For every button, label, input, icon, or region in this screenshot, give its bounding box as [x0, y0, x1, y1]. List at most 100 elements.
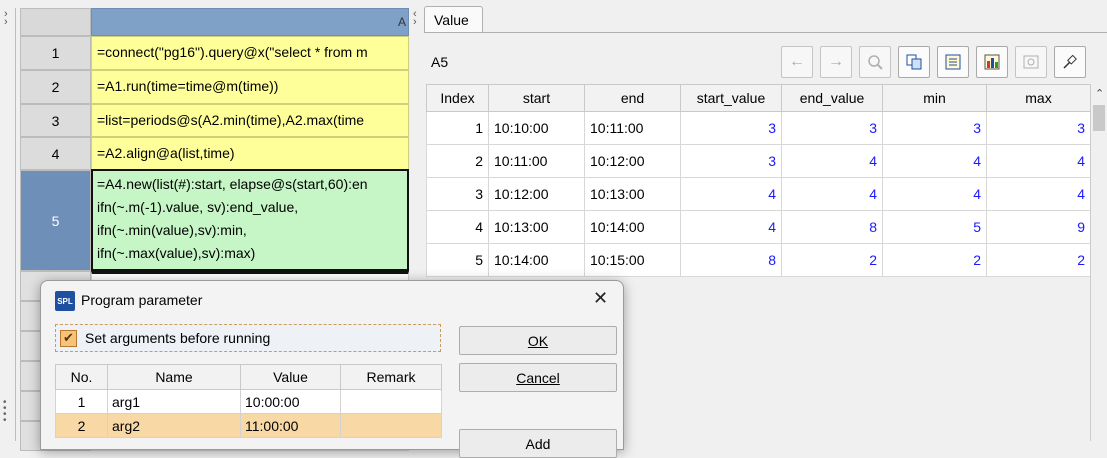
checkbox-checked-icon[interactable]: ✔: [60, 329, 77, 347]
table-row[interactable]: 3 10:12:00 10:13:00 4 4 4 4: [426, 177, 1091, 211]
table-cell[interactable]: 10:11:00: [584, 111, 681, 145]
table-cell[interactable]: 10:12:00: [584, 144, 681, 178]
column-header[interactable]: Name: [107, 364, 241, 390]
table-cell[interactable]: 10:14:00: [584, 210, 681, 244]
cell-a3[interactable]: =list=periods@s(A2.min(time),A2.max(time: [91, 104, 409, 137]
arg-name[interactable]: arg1: [107, 389, 241, 414]
table-cell[interactable]: 4: [882, 144, 987, 178]
row-header-2[interactable]: 2: [20, 70, 91, 104]
table-cell[interactable]: 10:11:00: [488, 144, 585, 178]
column-header[interactable]: Value: [240, 364, 341, 390]
add-button-label: Add: [525, 435, 551, 452]
cell-a1[interactable]: =connect("pg16").query@x("select * from …: [91, 36, 409, 70]
copy-icon[interactable]: [898, 46, 930, 78]
table-cell[interactable]: 4: [680, 177, 782, 211]
table-row[interactable]: 4 10:13:00 10:14:00 4 8 5 9: [426, 210, 1091, 244]
column-header[interactable]: min: [882, 84, 987, 112]
cell-reference: A5: [431, 54, 449, 70]
cell-a5[interactable]: =A4.new(list(#):start, elapse@s(start,60…: [91, 169, 409, 271]
table-cell[interactable]: 3: [882, 111, 987, 145]
table-cell[interactable]: 10:13:00: [584, 177, 681, 211]
tab-divider: [424, 32, 1107, 33]
add-button[interactable]: Add: [459, 429, 617, 458]
tab-label: Value: [434, 12, 469, 28]
table-cell[interactable]: 8: [680, 243, 782, 277]
table-cell[interactable]: 4: [781, 177, 883, 211]
forward-arrow-icon[interactable]: →: [820, 46, 852, 78]
table-cell[interactable]: 10:15:00: [584, 243, 681, 277]
table-cell[interactable]: 1: [426, 111, 489, 145]
table-cell[interactable]: 3: [680, 144, 782, 178]
table-cell[interactable]: 4: [882, 177, 987, 211]
column-header[interactable]: Index: [426, 84, 489, 112]
table-cell[interactable]: 3: [986, 111, 1091, 145]
table-cell[interactable]: 2: [426, 144, 489, 178]
grid-corner[interactable]: [20, 8, 91, 36]
scrollbar-thumb[interactable]: [1093, 105, 1105, 131]
column-header-a[interactable]: A: [91, 8, 409, 36]
table-row[interactable]: 1 10:10:00 10:11:00 3 3 3 3: [426, 111, 1091, 145]
zoom-icon[interactable]: [859, 46, 891, 78]
cell-code-line: ifn(~.min(value),sv):min,: [97, 222, 247, 238]
left-gutter: › › • • • •: [0, 0, 15, 441]
table-cell[interactable]: 5: [426, 243, 489, 277]
table-cell[interactable]: 4: [680, 210, 782, 244]
scroll-up-icon[interactable]: ⌃: [1095, 87, 1104, 100]
column-header[interactable]: start_value: [680, 84, 782, 112]
row-header-4[interactable]: 4: [20, 137, 91, 170]
close-icon[interactable]: ✕: [593, 288, 608, 309]
column-header[interactable]: start: [488, 84, 585, 112]
split-arrow-icon[interactable]: ‹ ›: [413, 9, 423, 28]
table-view-icon[interactable]: [937, 46, 969, 78]
table-cell[interactable]: 10:12:00: [488, 177, 585, 211]
vertical-scrollbar[interactable]: ⌃: [1090, 84, 1107, 441]
table-cell[interactable]: 4: [986, 144, 1091, 178]
column-header[interactable]: end: [584, 84, 681, 112]
drag-handle-icon[interactable]: • • • •: [3, 398, 7, 426]
back-arrow-icon[interactable]: ←: [781, 46, 813, 78]
table-row[interactable]: 5 10:14:00 10:15:00 8 2 2 2: [426, 243, 1091, 277]
table-cell[interactable]: 2: [781, 243, 883, 277]
table-cell[interactable]: 3: [781, 111, 883, 145]
collapse-arrow-icon[interactable]: › ›: [4, 9, 8, 28]
table-cell[interactable]: 10:13:00: [488, 210, 585, 244]
column-header-label: A: [397, 15, 406, 29]
row-header-3[interactable]: 3: [20, 104, 91, 137]
column-header[interactable]: Remark: [340, 364, 442, 390]
tab-value[interactable]: Value: [424, 6, 483, 33]
ok-button[interactable]: OK: [459, 326, 617, 355]
cancel-button[interactable]: Cancel: [459, 363, 617, 392]
pin-icon[interactable]: [1054, 46, 1086, 78]
table-cell[interactable]: 4: [986, 177, 1091, 211]
table-cell[interactable]: 2: [882, 243, 987, 277]
row-header-1[interactable]: 1: [20, 36, 91, 70]
chart-icon[interactable]: [976, 46, 1008, 78]
arg-remark[interactable]: [340, 389, 442, 414]
ok-button-label: OK: [527, 332, 549, 349]
column-header[interactable]: max: [986, 84, 1091, 112]
cell-a2[interactable]: =A1.run(time=time@m(time)): [91, 70, 409, 104]
table-row[interactable]: 2 10:11:00 10:12:00 3 4 4 4: [426, 144, 1091, 178]
table-row[interactable]: 1 arg1 10:00:00: [55, 389, 442, 414]
set-arguments-checkbox-row[interactable]: ✔ Set arguments before running: [55, 324, 441, 352]
row-header-5[interactable]: 5: [20, 170, 91, 271]
table-row-selected[interactable]: 2 arg2 11:00:00: [55, 413, 442, 438]
table-cell[interactable]: 3: [680, 111, 782, 145]
column-header[interactable]: No.: [55, 364, 108, 390]
table-cell[interactable]: 4: [781, 144, 883, 178]
arg-value[interactable]: 10:00:00: [240, 389, 341, 414]
column-header[interactable]: end_value: [781, 84, 883, 112]
arg-value[interactable]: 11:00:00: [240, 413, 341, 438]
arg-name[interactable]: arg2: [107, 413, 241, 438]
table-cell[interactable]: 5: [882, 210, 987, 244]
cell-a4[interactable]: =A2.align@a(list,time): [91, 137, 409, 170]
table-cell[interactable]: 9: [986, 210, 1091, 244]
table-cell[interactable]: 4: [426, 210, 489, 244]
table-cell[interactable]: 10:14:00: [488, 243, 585, 277]
table-cell[interactable]: 3: [426, 177, 489, 211]
table-cell[interactable]: 8: [781, 210, 883, 244]
table-cell[interactable]: 10:10:00: [488, 111, 585, 145]
arg-remark[interactable]: [340, 413, 442, 438]
table-cell[interactable]: 2: [986, 243, 1091, 277]
properties-icon[interactable]: [1015, 46, 1047, 78]
